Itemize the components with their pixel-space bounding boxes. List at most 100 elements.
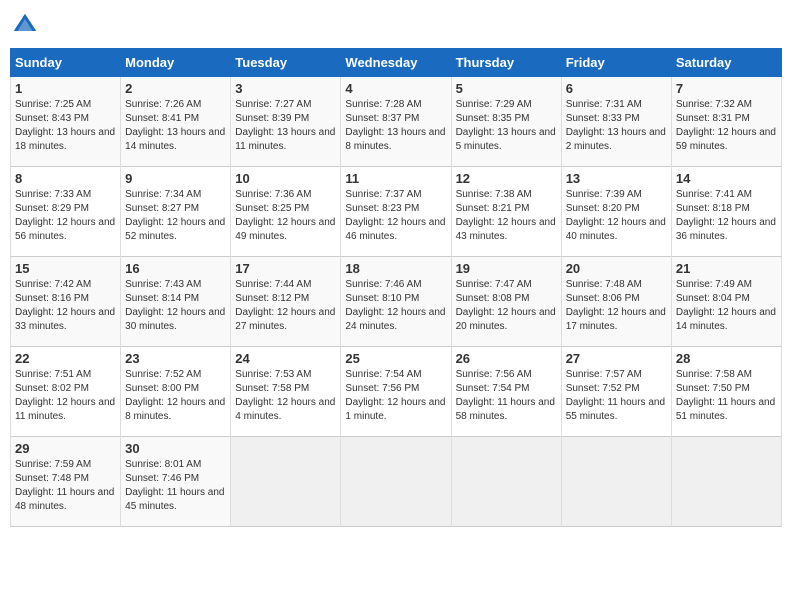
- daylight-text: Daylight: 13 hours and 8 minutes.: [345, 126, 446, 154]
- sunset-text: Sunset: 8:23 PM: [345, 202, 446, 216]
- column-header-thursday: Thursday: [451, 49, 561, 77]
- calendar-cell: 30 Sunrise: 8:01 AM Sunset: 7:46 PM Dayl…: [121, 437, 231, 527]
- sunrise-text: Sunrise: 7:49 AM: [676, 278, 777, 292]
- calendar-cell: 29 Sunrise: 7:59 AM Sunset: 7:48 PM Dayl…: [11, 437, 121, 527]
- daylight-text: Daylight: 13 hours and 14 minutes.: [125, 126, 226, 154]
- daylight-text: Daylight: 12 hours and 49 minutes.: [235, 216, 336, 244]
- calendar-header-row: SundayMondayTuesdayWednesdayThursdayFrid…: [11, 49, 782, 77]
- day-number: 3: [235, 81, 336, 96]
- cell-content: Sunrise: 7:37 AM Sunset: 8:23 PM Dayligh…: [345, 188, 446, 244]
- cell-content: Sunrise: 7:47 AM Sunset: 8:08 PM Dayligh…: [456, 278, 557, 334]
- sunrise-text: Sunrise: 7:57 AM: [566, 368, 667, 382]
- daylight-text: Daylight: 12 hours and 52 minutes.: [125, 216, 226, 244]
- sunset-text: Sunset: 7:46 PM: [125, 472, 226, 486]
- sunset-text: Sunset: 8:35 PM: [456, 112, 557, 126]
- sunset-text: Sunset: 8:12 PM: [235, 292, 336, 306]
- day-number: 20: [566, 261, 667, 276]
- cell-content: Sunrise: 7:57 AM Sunset: 7:52 PM Dayligh…: [566, 368, 667, 424]
- sunset-text: Sunset: 8:16 PM: [15, 292, 116, 306]
- sunset-text: Sunset: 8:31 PM: [676, 112, 777, 126]
- sunset-text: Sunset: 8:29 PM: [15, 202, 116, 216]
- column-header-tuesday: Tuesday: [231, 49, 341, 77]
- sunrise-text: Sunrise: 7:44 AM: [235, 278, 336, 292]
- day-number: 8: [15, 171, 116, 186]
- calendar-cell: 14 Sunrise: 7:41 AM Sunset: 8:18 PM Dayl…: [671, 167, 781, 257]
- calendar-cell: 25 Sunrise: 7:54 AM Sunset: 7:56 PM Dayl…: [341, 347, 451, 437]
- daylight-text: Daylight: 13 hours and 18 minutes.: [15, 126, 116, 154]
- cell-content: Sunrise: 7:52 AM Sunset: 8:00 PM Dayligh…: [125, 368, 226, 424]
- cell-content: Sunrise: 8:01 AM Sunset: 7:46 PM Dayligh…: [125, 458, 226, 514]
- day-number: 21: [676, 261, 777, 276]
- day-number: 10: [235, 171, 336, 186]
- calendar-cell: [561, 437, 671, 527]
- sunset-text: Sunset: 8:02 PM: [15, 382, 116, 396]
- calendar-cell: [451, 437, 561, 527]
- cell-content: Sunrise: 7:42 AM Sunset: 8:16 PM Dayligh…: [15, 278, 116, 334]
- calendar-cell: 5 Sunrise: 7:29 AM Sunset: 8:35 PM Dayli…: [451, 77, 561, 167]
- sunset-text: Sunset: 7:50 PM: [676, 382, 777, 396]
- logo-icon: [10, 10, 40, 40]
- calendar-cell: 9 Sunrise: 7:34 AM Sunset: 8:27 PM Dayli…: [121, 167, 231, 257]
- sunset-text: Sunset: 7:52 PM: [566, 382, 667, 396]
- day-number: 18: [345, 261, 446, 276]
- cell-content: Sunrise: 7:58 AM Sunset: 7:50 PM Dayligh…: [676, 368, 777, 424]
- sunset-text: Sunset: 8:18 PM: [676, 202, 777, 216]
- daylight-text: Daylight: 12 hours and 33 minutes.: [15, 306, 116, 334]
- sunrise-text: Sunrise: 7:54 AM: [345, 368, 446, 382]
- calendar-cell: 2 Sunrise: 7:26 AM Sunset: 8:41 PM Dayli…: [121, 77, 231, 167]
- sunrise-text: Sunrise: 7:43 AM: [125, 278, 226, 292]
- day-number: 22: [15, 351, 116, 366]
- day-number: 26: [456, 351, 557, 366]
- sunrise-text: Sunrise: 7:36 AM: [235, 188, 336, 202]
- day-number: 19: [456, 261, 557, 276]
- cell-content: Sunrise: 7:51 AM Sunset: 8:02 PM Dayligh…: [15, 368, 116, 424]
- column-header-sunday: Sunday: [11, 49, 121, 77]
- cell-content: Sunrise: 7:41 AM Sunset: 8:18 PM Dayligh…: [676, 188, 777, 244]
- sunrise-text: Sunrise: 7:27 AM: [235, 98, 336, 112]
- daylight-text: Daylight: 12 hours and 1 minute.: [345, 396, 446, 424]
- calendar-cell: 19 Sunrise: 7:47 AM Sunset: 8:08 PM Dayl…: [451, 257, 561, 347]
- sunset-text: Sunset: 8:04 PM: [676, 292, 777, 306]
- calendar-cell: 12 Sunrise: 7:38 AM Sunset: 8:21 PM Dayl…: [451, 167, 561, 257]
- calendar-week-row: 29 Sunrise: 7:59 AM Sunset: 7:48 PM Dayl…: [11, 437, 782, 527]
- cell-content: Sunrise: 7:26 AM Sunset: 8:41 PM Dayligh…: [125, 98, 226, 154]
- sunset-text: Sunset: 8:41 PM: [125, 112, 226, 126]
- calendar-cell: 11 Sunrise: 7:37 AM Sunset: 8:23 PM Dayl…: [341, 167, 451, 257]
- calendar-week-row: 1 Sunrise: 7:25 AM Sunset: 8:43 PM Dayli…: [11, 77, 782, 167]
- daylight-text: Daylight: 12 hours and 36 minutes.: [676, 216, 777, 244]
- sunrise-text: Sunrise: 7:31 AM: [566, 98, 667, 112]
- sunrise-text: Sunrise: 7:46 AM: [345, 278, 446, 292]
- sunrise-text: Sunrise: 7:52 AM: [125, 368, 226, 382]
- daylight-text: Daylight: 13 hours and 2 minutes.: [566, 126, 667, 154]
- sunrise-text: Sunrise: 7:39 AM: [566, 188, 667, 202]
- day-number: 28: [676, 351, 777, 366]
- daylight-text: Daylight: 11 hours and 58 minutes.: [456, 396, 557, 424]
- day-number: 27: [566, 351, 667, 366]
- calendar-week-row: 22 Sunrise: 7:51 AM Sunset: 8:02 PM Dayl…: [11, 347, 782, 437]
- sunset-text: Sunset: 8:39 PM: [235, 112, 336, 126]
- calendar-cell: [231, 437, 341, 527]
- sunset-text: Sunset: 7:48 PM: [15, 472, 116, 486]
- daylight-text: Daylight: 12 hours and 27 minutes.: [235, 306, 336, 334]
- calendar-cell: 7 Sunrise: 7:32 AM Sunset: 8:31 PM Dayli…: [671, 77, 781, 167]
- cell-content: Sunrise: 7:56 AM Sunset: 7:54 PM Dayligh…: [456, 368, 557, 424]
- sunset-text: Sunset: 8:14 PM: [125, 292, 226, 306]
- sunrise-text: Sunrise: 7:29 AM: [456, 98, 557, 112]
- sunset-text: Sunset: 8:33 PM: [566, 112, 667, 126]
- day-number: 6: [566, 81, 667, 96]
- day-number: 23: [125, 351, 226, 366]
- sunset-text: Sunset: 8:27 PM: [125, 202, 226, 216]
- calendar-table: SundayMondayTuesdayWednesdayThursdayFrid…: [10, 48, 782, 527]
- calendar-cell: 3 Sunrise: 7:27 AM Sunset: 8:39 PM Dayli…: [231, 77, 341, 167]
- sunset-text: Sunset: 8:06 PM: [566, 292, 667, 306]
- calendar-cell: 27 Sunrise: 7:57 AM Sunset: 7:52 PM Dayl…: [561, 347, 671, 437]
- calendar-cell: 21 Sunrise: 7:49 AM Sunset: 8:04 PM Dayl…: [671, 257, 781, 347]
- cell-content: Sunrise: 7:33 AM Sunset: 8:29 PM Dayligh…: [15, 188, 116, 244]
- daylight-text: Daylight: 12 hours and 46 minutes.: [345, 216, 446, 244]
- column-header-monday: Monday: [121, 49, 231, 77]
- calendar-cell: 24 Sunrise: 7:53 AM Sunset: 7:58 PM Dayl…: [231, 347, 341, 437]
- calendar-cell: 17 Sunrise: 7:44 AM Sunset: 8:12 PM Dayl…: [231, 257, 341, 347]
- sunrise-text: Sunrise: 7:37 AM: [345, 188, 446, 202]
- cell-content: Sunrise: 7:59 AM Sunset: 7:48 PM Dayligh…: [15, 458, 116, 514]
- sunset-text: Sunset: 8:20 PM: [566, 202, 667, 216]
